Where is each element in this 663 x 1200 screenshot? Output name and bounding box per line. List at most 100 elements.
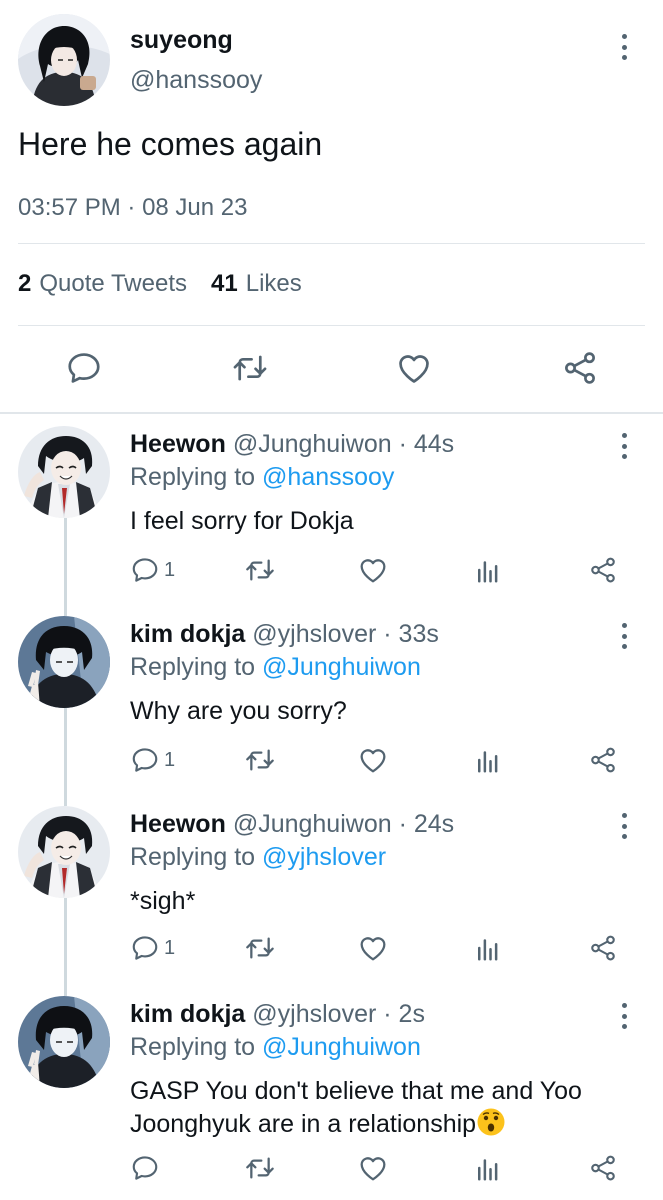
replying-label: Replying to (130, 1033, 256, 1061)
avatar-image (18, 996, 110, 1088)
reply-author-handle[interactable]: @yjhslover (252, 1000, 376, 1028)
reply-button[interactable]: 1 (130, 926, 175, 970)
avatar-image (18, 14, 110, 106)
views-button[interactable] (473, 926, 503, 970)
reply-icon (130, 745, 160, 775)
reply-tweet[interactable]: kim dokja @yjhslover · 2s Replying to @J… (0, 986, 663, 1200)
like-button[interactable] (357, 548, 389, 592)
share-button[interactable] (588, 738, 618, 782)
reply-header: kim dokja @yjhslover · 33s (130, 620, 439, 649)
retweet-button[interactable] (222, 340, 278, 396)
tweet-action-bar (0, 340, 663, 396)
more-vertical-icon[interactable] (610, 30, 638, 64)
reply-action-bar: 1 (0, 738, 663, 782)
reply-button[interactable] (130, 1146, 164, 1190)
mention-link[interactable]: @yjhslover (262, 843, 386, 871)
replying-label: Replying to (130, 463, 256, 491)
views-icon (473, 933, 503, 963)
reply-text: I feel sorry for Dokja (130, 507, 354, 535)
retweet-icon (244, 932, 276, 964)
reply-button[interactable] (56, 340, 112, 396)
reply-tweet[interactable]: Heewon @Junghuiwon · 44s Replying to @ha… (0, 416, 663, 606)
reply-count: 1 (164, 748, 176, 771)
mention-link[interactable]: @hanssooy (262, 463, 394, 491)
share-button[interactable] (552, 340, 608, 396)
share-button[interactable] (588, 1146, 618, 1190)
likes-link[interactable]: 41 Likes (211, 270, 302, 298)
retweet-icon (244, 744, 276, 776)
avatar-image (18, 426, 110, 518)
more-vertical-icon[interactable] (612, 810, 636, 842)
share-icon (588, 1153, 618, 1183)
reply-author-name[interactable]: Heewon (130, 810, 226, 838)
reply-icon (65, 349, 103, 387)
reply-author-handle[interactable]: @Junghuiwon (233, 430, 392, 458)
reply-header: Heewon @Junghuiwon · 24s (130, 810, 454, 839)
divider (18, 243, 645, 244)
like-button[interactable] (357, 1146, 389, 1190)
share-button[interactable] (588, 548, 618, 592)
author-name[interactable]: suyeong (130, 26, 233, 55)
replying-label: Replying to (130, 843, 256, 871)
tweet-date: 08 Jun 23 (142, 194, 248, 221)
views-button[interactable] (473, 548, 503, 592)
reply-button[interactable]: 1 (130, 738, 175, 782)
reply-time: · 2s (383, 1000, 425, 1028)
avatar[interactable] (18, 616, 110, 708)
reply-text: GASP You don't believe that me and Yoo J… (130, 1077, 582, 1138)
retweet-icon (244, 554, 276, 586)
tweet-timestamp: 03:57 PM · 08 Jun 23 (18, 194, 247, 222)
reply-header: Heewon @Junghuiwon · 44s (130, 430, 454, 459)
reply-author-name[interactable]: Heewon (130, 430, 226, 458)
reply-text-block: GASP You don't believe that me and Yoo J… (130, 1075, 620, 1140)
retweet-button[interactable] (244, 738, 276, 782)
mention-link[interactable]: @Junghuiwon (262, 653, 421, 681)
reply-tweet[interactable]: Heewon @Junghuiwon · 24s Replying to @yj… (0, 796, 663, 986)
heart-icon (357, 1152, 389, 1184)
mention-link[interactable]: @Junghuiwon (262, 1033, 421, 1061)
avatar[interactable] (18, 806, 110, 898)
like-button[interactable] (357, 926, 389, 970)
reply-header: kim dokja @yjhslover · 2s (130, 1000, 425, 1029)
avatar-image (18, 806, 110, 898)
quote-label: Quote Tweets (39, 270, 188, 297)
reply-count: 1 (164, 936, 176, 959)
reply-time: · 44s (398, 430, 455, 458)
retweet-button[interactable] (244, 1146, 276, 1190)
more-vertical-icon[interactable] (612, 430, 636, 462)
share-icon (588, 745, 618, 775)
retweet-button[interactable] (244, 548, 276, 592)
share-icon (561, 349, 599, 387)
reply-icon (130, 555, 160, 585)
author-handle[interactable]: @hanssooy (130, 66, 262, 95)
reply-author-name[interactable]: kim dokja (130, 1000, 245, 1028)
views-icon (473, 555, 503, 585)
retweet-button[interactable] (244, 926, 276, 970)
reply-author-handle[interactable]: @yjhslover (252, 620, 376, 648)
more-vertical-icon[interactable] (612, 620, 636, 652)
reply-action-bar (0, 1146, 663, 1190)
timestamp-separator: · (120, 194, 143, 221)
avatar[interactable] (18, 996, 110, 1088)
reply-author-handle[interactable]: @Junghuiwon (233, 810, 392, 838)
reply-button[interactable]: 1 (130, 548, 175, 592)
like-button[interactable] (357, 738, 389, 782)
like-button[interactable] (386, 340, 442, 396)
more-vertical-icon[interactable] (612, 1000, 636, 1032)
quote-tweets-link[interactable]: 2 Quote Tweets (18, 270, 187, 298)
reply-author-name[interactable]: kim dokja (130, 620, 245, 648)
views-button[interactable] (473, 738, 503, 782)
views-icon (473, 745, 503, 775)
replying-to: Replying to @Junghuiwon (130, 653, 421, 682)
views-button[interactable] (473, 1146, 503, 1190)
reply-action-bar: 1 (0, 926, 663, 970)
avatar[interactable] (18, 14, 110, 106)
replying-to: Replying to @yjhslover (130, 843, 386, 872)
share-icon (588, 555, 618, 585)
avatar[interactable] (18, 426, 110, 518)
heart-icon (357, 932, 389, 964)
share-button[interactable] (588, 926, 618, 970)
avatar-image (18, 616, 110, 708)
reply-count: 1 (164, 558, 176, 581)
reply-tweet[interactable]: kim dokja @yjhslover · 33s Replying to @… (0, 606, 663, 796)
